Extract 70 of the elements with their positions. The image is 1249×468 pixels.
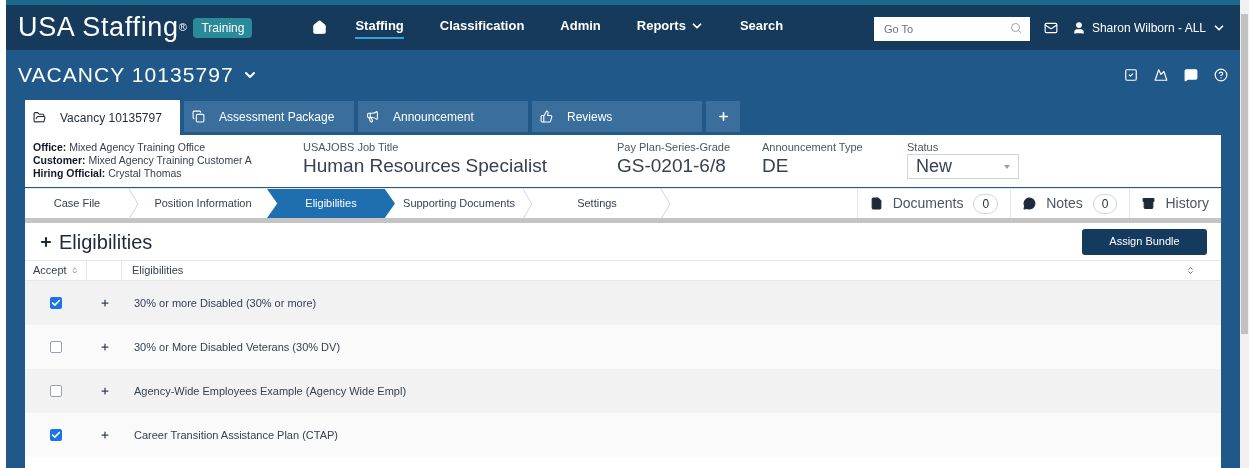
workflow-step[interactable]: Position Information	[139, 189, 267, 218]
nav-link[interactable]: Search	[739, 15, 784, 40]
checkbox[interactable]	[50, 429, 62, 441]
workflow-step[interactable]: Eligibilities	[267, 189, 395, 218]
assign-bundle-button[interactable]: Assign Bundle	[1082, 228, 1207, 255]
eligibility-name: Career Transition Assistance Plan (CTAP)	[134, 427, 338, 443]
user-menu[interactable]: Sharon Wilborn - ALL	[1091, 18, 1226, 37]
step-divider	[661, 189, 671, 219]
chat-icon[interactable]	[1184, 68, 1198, 82]
document-icon	[869, 197, 883, 210]
plus-icon	[716, 110, 730, 123]
info-line: Customer: Mixed Agency Training Customer A	[33, 154, 253, 167]
nav-link[interactable]: Reports	[636, 15, 704, 40]
vacancy-tab[interactable]: Assessment Package	[184, 101, 354, 132]
status-select[interactable]: New	[907, 154, 1019, 179]
field-value: Human Resources Specialist	[303, 154, 548, 178]
sort-icon	[70, 266, 78, 275]
section-title: Eligibilities	[59, 229, 153, 255]
app-logo[interactable]: USA Staffing$^{®}$	[18, 7, 188, 48]
home-icon[interactable]	[312, 20, 328, 35]
copy-icon	[192, 110, 205, 123]
megaphone-icon	[366, 110, 379, 123]
workflow-step[interactable]: Case File	[25, 189, 129, 218]
expand-icon[interactable]	[99, 298, 110, 308]
workflow-step[interactable]: Settings	[533, 189, 661, 218]
field-value: DE	[762, 154, 790, 178]
checkbox[interactable]	[50, 341, 62, 353]
vacancy-tab[interactable]: Vacancy 10135797	[25, 100, 180, 135]
field-label: Status	[907, 141, 940, 154]
vacancy-title[interactable]: VACANCY 10135797	[18, 59, 258, 91]
scrollbar[interactable]	[1240, 0, 1249, 468]
eligibility-name: 30% or more Disabled (30% or more)	[134, 295, 317, 311]
vacancy-tab[interactable]: Reviews	[532, 101, 702, 132]
checklist-icon[interactable]	[1124, 68, 1138, 82]
plus-icon[interactable]	[39, 234, 53, 249]
comment-icon	[1023, 197, 1037, 210]
workflow-step[interactable]: Supporting Documents	[395, 189, 523, 218]
user-icon	[1071, 20, 1086, 35]
info-line: Hiring Official: Crystal Thomas	[33, 167, 183, 180]
nav-link[interactable]: Admin	[560, 15, 601, 40]
checkbox[interactable]	[50, 385, 62, 397]
dropdown-arrow-icon	[1004, 164, 1010, 169]
go-to-field[interactable]: Go To	[873, 16, 1030, 41]
column-header[interactable]: Eligibilities	[122, 261, 1186, 280]
environment-badge: Training	[193, 17, 253, 38]
step-divider	[523, 189, 533, 219]
sort-icon[interactable]	[1186, 266, 1195, 275]
thumbs-up-icon	[540, 110, 553, 123]
help-icon[interactable]	[1214, 68, 1228, 82]
nav-link[interactable]: Staffing	[355, 15, 404, 40]
field-label: Announcement Type	[762, 141, 864, 154]
folder-icon	[33, 111, 46, 124]
archive-icon	[1142, 197, 1156, 210]
landscape-icon[interactable]	[1154, 68, 1168, 82]
eligibility-name: 30% or More Disabled Veterans (30% DV)	[134, 339, 341, 355]
expand-icon[interactable]	[99, 430, 110, 440]
field-value: GS-0201-6/8	[617, 154, 727, 178]
eligibility-name: Agency-Wide Employees Example (Agency Wide Empl)	[134, 383, 407, 399]
expand-icon[interactable]	[99, 386, 110, 396]
checkbox[interactable]	[50, 297, 62, 309]
field-label: USAJOBS Job Title	[303, 141, 400, 154]
search-icon	[1009, 21, 1022, 34]
expand-icon[interactable]	[99, 342, 110, 352]
info-line: Office: Mixed Agency Training Office	[33, 141, 206, 154]
nav-link[interactable]: Classification	[439, 15, 525, 40]
vacancy-tab[interactable]: Announcement	[358, 101, 528, 132]
step-divider	[129, 189, 139, 219]
column-header[interactable]: Accept	[25, 261, 87, 280]
field-label: Pay Plan-Series-Grade	[617, 141, 732, 154]
mail-icon[interactable]	[1043, 20, 1058, 35]
